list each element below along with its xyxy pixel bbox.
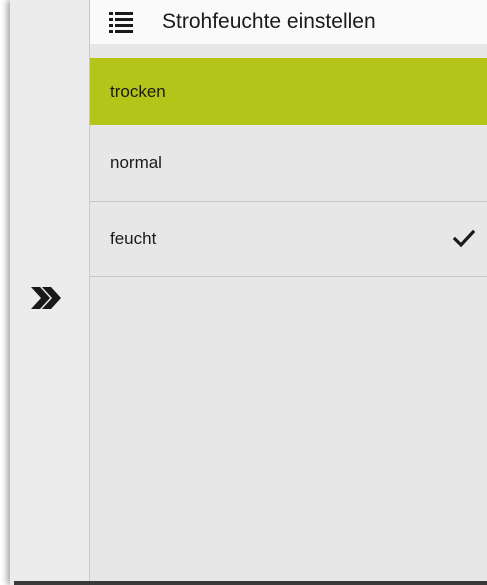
bottom-border [14, 581, 487, 585]
settings-panel: Strohfeuchte einstellen trocken normal f… [90, 0, 487, 585]
panel-title: Strohfeuchte einstellen [162, 10, 376, 33]
option-normal[interactable]: normal [90, 125, 487, 202]
double-chevron-right-icon [31, 287, 61, 309]
option-label: feucht [110, 229, 157, 248]
checkmark-icon [453, 229, 475, 248]
panel-header: Strohfeuchte einstellen [90, 0, 487, 44]
option-trocken[interactable]: trocken [90, 58, 487, 125]
option-label: normal [110, 153, 162, 172]
expand-sidebar-button[interactable] [22, 278, 68, 318]
list-icon[interactable] [106, 7, 136, 37]
option-label: trocken [110, 81, 166, 101]
option-feucht[interactable]: feucht [90, 202, 487, 277]
